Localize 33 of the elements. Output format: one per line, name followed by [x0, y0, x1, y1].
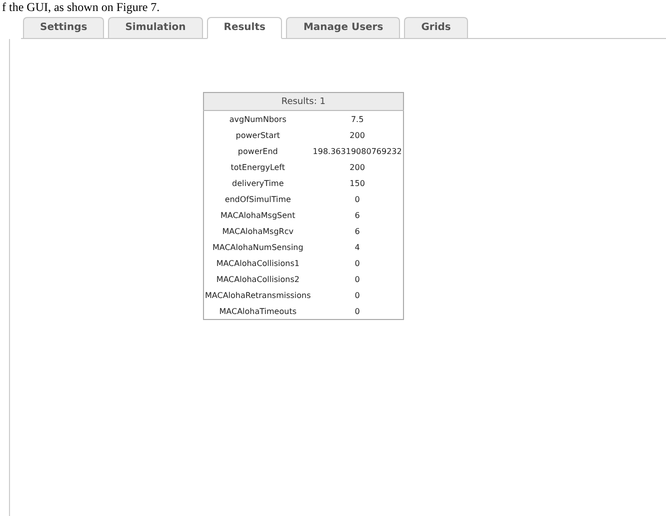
- table-title: Results: 1: [204, 92, 404, 110]
- table-cell: MACAlohaCollisions2: [204, 271, 312, 287]
- table-cell: deliveryTime: [204, 175, 312, 191]
- table-cell: 0: [312, 271, 404, 287]
- table-cell: 0: [312, 191, 404, 207]
- tab[interactable]: Simulation: [108, 17, 203, 38]
- tab[interactable]: Manage Users: [286, 17, 400, 38]
- table-cell: powerEnd: [204, 143, 312, 159]
- table-cell: 198.36319080769232: [312, 143, 404, 159]
- table-cell: 0: [312, 255, 404, 271]
- table-cell: endOfSimulTime: [204, 191, 312, 207]
- tab[interactable]: Grids: [404, 17, 468, 38]
- caption-text: f the GUI, as shown on Figure 7.: [2, 0, 160, 14]
- table-cell: 150: [312, 175, 404, 191]
- table-cell: 4: [312, 239, 404, 255]
- table-cell: avgNumNbors: [204, 110, 312, 127]
- table-cell: 200: [312, 159, 404, 175]
- tab[interactable]: Results: [206, 17, 282, 39]
- table-cell: 0: [312, 287, 404, 303]
- table-cell: MACAlohaTimeouts: [204, 303, 312, 320]
- table-cell: 200: [312, 127, 404, 143]
- tab[interactable]: Settings: [23, 17, 104, 38]
- table-cell: 6: [312, 223, 404, 239]
- table-cell: MACAlohaRetransmissions: [204, 287, 312, 303]
- table-cell: MACAlohaCollisions1: [204, 255, 312, 271]
- table-cell: totEnergyLeft: [204, 159, 312, 175]
- table-cell: MACAlohaNumSensing: [204, 239, 312, 255]
- table-cell: MACAlohaMsgRcv: [204, 223, 312, 239]
- table-cell: MACAlohaMsgSent: [204, 207, 312, 223]
- table-cell: 6: [312, 207, 404, 223]
- table-cell: 0: [312, 303, 404, 320]
- table-cell: 7.5: [312, 110, 404, 127]
- table-cell: powerStart: [204, 127, 312, 143]
